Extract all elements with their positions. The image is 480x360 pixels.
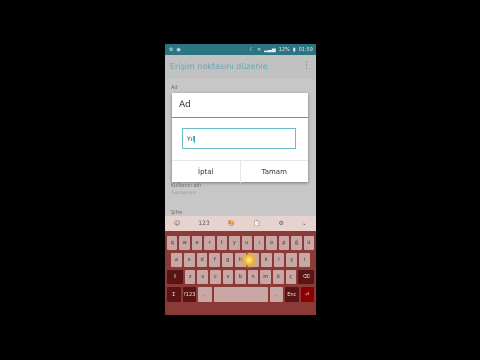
key-dotless-i[interactable]: ı <box>253 236 265 250</box>
key-m[interactable]: m <box>260 270 271 284</box>
key-l[interactable]: l <box>273 253 285 267</box>
phone-screen: ⚙ ◉ ☾ ✕ ▂▃▅ 12% ▮ 01:59 Erişim noktasını… <box>165 44 316 315</box>
key-k[interactable]: k <box>260 253 272 267</box>
key-i[interactable]: i <box>299 253 310 267</box>
key-x[interactable]: x <box>197 270 209 284</box>
key-q[interactable]: q <box>167 236 178 250</box>
key-o[interactable]: o <box>266 236 277 250</box>
key-f[interactable]: f <box>209 253 221 267</box>
key-c-cedilla[interactable]: ç <box>285 270 297 284</box>
symbols-key[interactable]: Σ <box>167 287 181 302</box>
key-w[interactable]: w <box>179 236 190 250</box>
key-d[interactable]: d <box>196 253 208 267</box>
key-h[interactable]: h <box>235 253 246 267</box>
key-u[interactable]: u <box>241 236 252 250</box>
name-input[interactable]: Yıl <box>182 128 296 149</box>
keyboard-row-1: q w e r t y u ı o p ğ ü <box>167 236 315 250</box>
shift-key[interactable]: ⇧ <box>167 270 183 284</box>
key-e[interactable]: e <box>191 236 203 250</box>
key-s-cedilla[interactable]: ş <box>286 253 298 267</box>
key-p[interactable]: p <box>278 236 290 250</box>
ok-button[interactable]: Tamam <box>239 161 309 183</box>
key-g[interactable]: g <box>222 253 234 267</box>
key-a[interactable]: a <box>171 253 182 267</box>
chevron-down-icon[interactable]: ⌄ <box>302 220 307 227</box>
number-switch-key[interactable]: ?123 <box>182 287 196 302</box>
key-v[interactable]: v <box>222 270 234 284</box>
clipboard-icon[interactable]: 📋 <box>253 220 260 227</box>
key-j[interactable]: j <box>247 253 259 267</box>
gear-icon[interactable]: ⚙ <box>279 220 284 227</box>
palette-icon[interactable]: 🎨 <box>228 220 235 227</box>
key-r[interactable]: r <box>204 236 215 250</box>
keyboard-row-3: ⇧ z x c v b n m ö ç ⌫ <box>167 270 314 284</box>
keyboard: ☺ 123 🎨 📋 ⚙ ⌄ q w e r t y u ı o p ğ ü a … <box>165 216 316 315</box>
dialog-divider <box>172 117 308 118</box>
enter-key[interactable]: ⏎ <box>300 287 314 302</box>
language-key[interactable]: Enc <box>285 287 299 302</box>
text-caret <box>194 136 195 143</box>
space-bar[interactable] <box>213 287 268 302</box>
key-c[interactable]: c <box>210 270 221 284</box>
dialog-title: Ad <box>179 100 191 110</box>
smiley-icon[interactable]: ☺ <box>174 220 180 227</box>
cancel-button[interactable]: İptal <box>172 161 240 183</box>
key-z[interactable]: z <box>184 270 196 284</box>
key-g-breve[interactable]: ğ <box>291 236 302 250</box>
dialog-buttons: İptal Tamam <box>172 160 308 183</box>
key-u-umlaut[interactable]: ü <box>303 236 315 250</box>
keyboard-row-2: a s d f g h j k l ş i <box>171 253 310 267</box>
comma-key[interactable]: , <box>198 287 212 302</box>
keyboard-toolbar: ☺ 123 🎨 📋 ⚙ ⌄ <box>165 216 316 231</box>
key-t[interactable]: t <box>216 236 228 250</box>
number-mode-button[interactable]: 123 <box>198 220 209 227</box>
key-s[interactable]: s <box>183 253 195 267</box>
keyboard-row-4: Σ ?123 , . Enc ⏎ <box>167 287 314 302</box>
key-n[interactable]: n <box>247 270 259 284</box>
backspace-key[interactable]: ⌫ <box>298 270 314 284</box>
name-dialog: Ad Yıl İptal Tamam <box>172 93 308 183</box>
key-y[interactable]: y <box>229 236 240 250</box>
key-o-umlaut[interactable]: ö <box>272 270 284 284</box>
key-b[interactable]: b <box>235 270 246 284</box>
dot-key[interactable]: . <box>269 287 283 302</box>
name-input-value: Yıl <box>187 136 194 143</box>
